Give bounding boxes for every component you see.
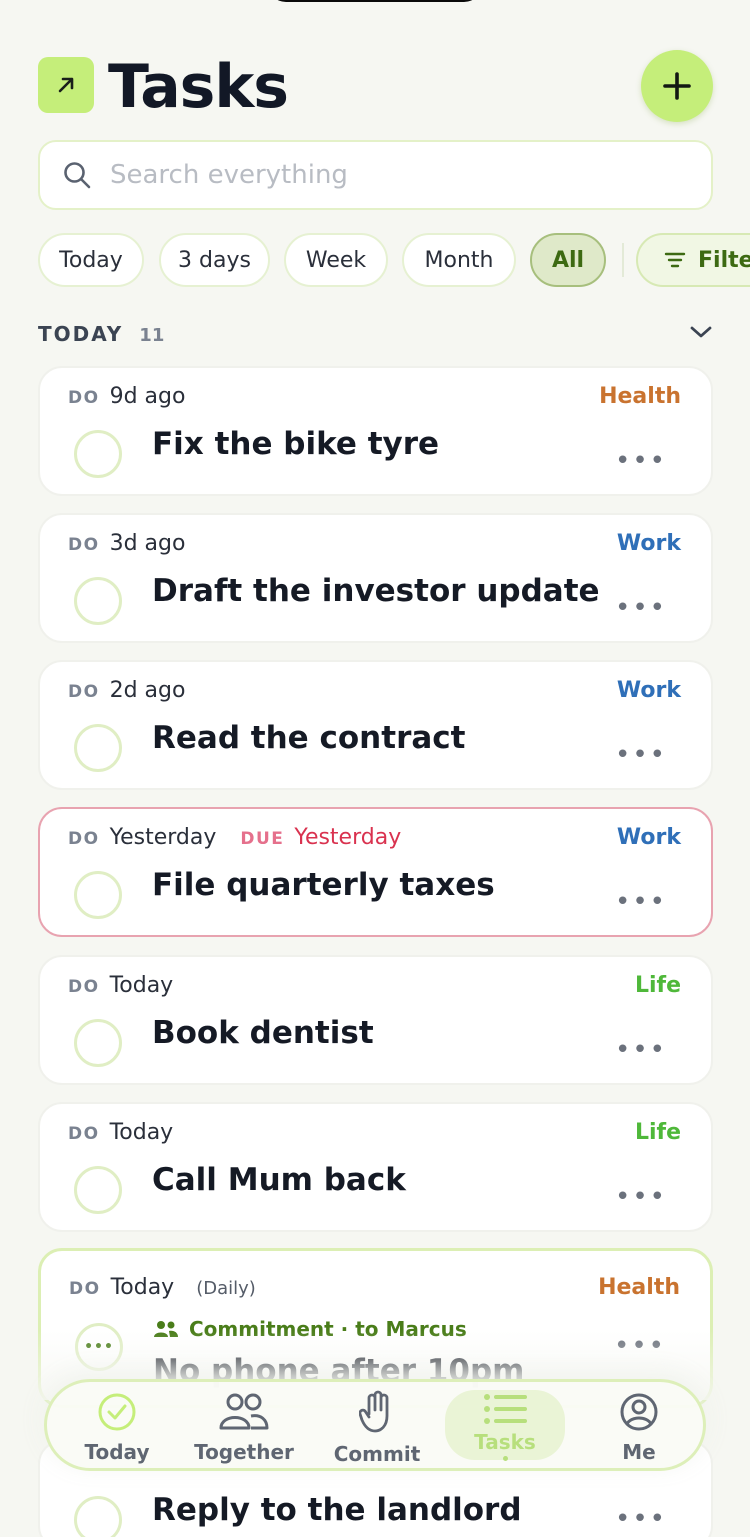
nav-label: Together (194, 1440, 294, 1464)
chip-all[interactable]: All (530, 233, 606, 287)
device-notch (268, 0, 482, 2)
complete-checkbox[interactable] (74, 724, 122, 772)
nav-today[interactable]: Today (57, 1382, 177, 1468)
chip-3-days[interactable]: 3 days (159, 233, 270, 287)
task-title: Read the contract (152, 720, 466, 756)
user-circle-icon (620, 1393, 658, 1431)
complete-checkbox[interactable] (74, 1166, 122, 1214)
more-options-icon[interactable]: ••• (615, 446, 667, 476)
task-card[interactable]: DO 2d ago Work Read the contract ••• (38, 660, 713, 790)
more-options-icon[interactable]: ••• (615, 1504, 667, 1534)
do-label: DO (68, 1124, 100, 1144)
do-label: DO (68, 682, 100, 702)
do-date: Yesterday (109, 825, 217, 850)
do-date: 2d ago (109, 678, 186, 703)
due-date: Yesterday (294, 825, 402, 850)
section-header-today[interactable]: TODAY 11 (38, 322, 713, 352)
do-date: 9d ago (109, 384, 186, 409)
commitment-text: Commitment · to Marcus (189, 1317, 467, 1341)
task-card[interactable]: DO Today Life Book dentist ••• (38, 955, 713, 1085)
section-label: TODAY (38, 322, 124, 346)
task-card[interactable]: DO 3d ago Work Draft the investor update … (38, 513, 713, 643)
nav-label: Tasks (474, 1430, 536, 1454)
complete-checkbox[interactable] (74, 577, 122, 625)
chip-month[interactable]: Month (402, 233, 516, 287)
category-tag: Work (616, 531, 681, 556)
due-label: DUE (240, 829, 285, 849)
category-tag: Work (616, 678, 681, 703)
filter-button[interactable]: Filter (636, 233, 750, 287)
more-options-icon[interactable]: ••• (614, 1331, 666, 1361)
nav-me[interactable]: Me (579, 1382, 699, 1468)
active-indicator (503, 1456, 508, 1461)
do-label: DO (68, 977, 100, 997)
task-title: File quarterly taxes (152, 867, 495, 903)
arrow-up-right-icon[interactable] (38, 57, 94, 113)
category-tag: Work (616, 825, 681, 850)
plus-icon (663, 72, 691, 100)
section-count: 11 (139, 325, 165, 346)
more-options-icon[interactable]: ••• (615, 1182, 667, 1212)
task-card[interactable]: DO Today Life Call Mum back ••• (38, 1102, 713, 1232)
recurrence-label: (Daily) (196, 1278, 256, 1299)
people-icon (154, 1321, 178, 1337)
filter-icon (664, 252, 686, 268)
nav-label: Commit (333, 1442, 421, 1466)
search-bar[interactable] (38, 140, 713, 210)
do-label: DO (68, 388, 100, 408)
do-date: Today (110, 1275, 175, 1300)
chip-week[interactable]: Week (284, 233, 388, 287)
chip-divider (622, 243, 624, 277)
bottom-navigation: Today Together Commit Tasks Me (44, 1379, 706, 1471)
people-outline-icon (219, 1393, 269, 1430)
category-tag: Health (599, 384, 681, 409)
category-tag: Health (598, 1275, 680, 1300)
task-card[interactable]: DO 9d ago Health Fix the bike tyre ••• (38, 366, 713, 496)
nav-together[interactable]: Together (184, 1382, 304, 1468)
do-label: DO (69, 1279, 101, 1299)
hand-icon (359, 1390, 389, 1433)
complete-checkbox[interactable] (74, 1496, 122, 1537)
date-filter-chips: Today 3 days Week Month All Filter (38, 233, 750, 287)
check-circle-icon (98, 1393, 136, 1431)
chevron-down-icon[interactable] (689, 324, 713, 340)
chip-today[interactable]: Today (38, 233, 144, 287)
complete-checkbox[interactable] (74, 871, 122, 919)
more-options-icon[interactable]: ••• (615, 887, 667, 917)
do-label: DO (68, 829, 100, 849)
commitment-status-icon[interactable]: ••• (75, 1323, 123, 1371)
do-date: 3d ago (109, 531, 186, 556)
commitment-line: Commitment · to Marcus (153, 1317, 467, 1341)
nav-label: Today (84, 1440, 150, 1464)
category-tag: Life (634, 973, 681, 998)
task-card-overdue[interactable]: DO Yesterday DUE Yesterday Work File quart… (38, 807, 713, 937)
search-icon (64, 162, 91, 189)
task-title: Reply to the landlord (152, 1492, 522, 1528)
more-options-icon[interactable]: ••• (615, 593, 667, 623)
category-tag: Life (634, 1120, 681, 1145)
search-input[interactable] (110, 160, 711, 190)
complete-checkbox[interactable] (74, 430, 122, 478)
task-title: Book dentist (152, 1015, 374, 1051)
task-title: Call Mum back (152, 1162, 406, 1198)
page-header: Tasks (38, 50, 713, 122)
nav-commit[interactable]: Commit (317, 1382, 437, 1468)
task-title: Fix the bike tyre (152, 426, 440, 462)
task-title: Draft the investor update (152, 573, 600, 609)
ellipsis-icon: ••• (84, 1339, 114, 1355)
more-options-icon[interactable]: ••• (615, 1035, 667, 1065)
do-date: Today (109, 1120, 174, 1145)
add-task-button[interactable] (641, 50, 713, 122)
page-title: Tasks (108, 52, 289, 122)
complete-checkbox[interactable] (74, 1019, 122, 1067)
list-icon (484, 1394, 527, 1424)
more-options-icon[interactable]: ••• (615, 740, 667, 770)
nav-tasks[interactable]: Tasks (445, 1390, 565, 1461)
do-date: Today (109, 973, 174, 998)
nav-label: Me (622, 1440, 656, 1464)
do-label: DO (68, 535, 100, 555)
